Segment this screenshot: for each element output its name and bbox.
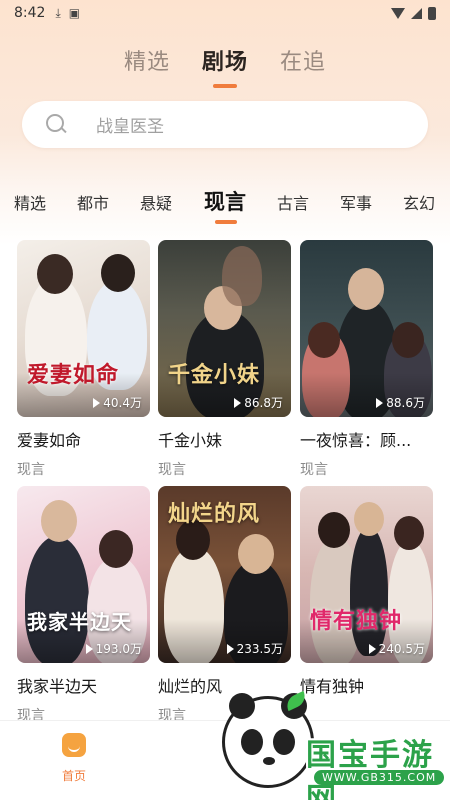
category-tab-modern-romance[interactable]: 现言	[204, 186, 246, 224]
category-tab-urban[interactable]: 都市	[77, 190, 109, 214]
view-count: 86.8万	[234, 394, 283, 411]
poster-title-art: 情有独钟	[310, 608, 403, 634]
view-count: 233.5万	[226, 640, 283, 657]
top-tabs: 精选 剧场 在追	[0, 44, 450, 88]
view-count: 40.4万	[93, 394, 142, 411]
nav-home[interactable]: 首页	[56, 733, 92, 784]
view-count: 88.6万	[376, 394, 425, 411]
drama-card[interactable]: 情有独钟 240.5万 情有独钟	[300, 486, 433, 697]
drama-card[interactable]: 千金小妹 86.8万 千金小妹 现言	[158, 240, 291, 479]
poster-title-art: 灿烂的风	[168, 501, 261, 527]
signal-icon	[411, 7, 422, 19]
drama-poster[interactable]: 千金小妹 86.8万	[158, 240, 291, 417]
watermark-text: 国宝手游网	[306, 738, 434, 800]
watermark-url: WWW.GB315.COM	[314, 770, 445, 785]
view-count: 193.0万	[85, 640, 142, 657]
nav-home-label: 首页	[61, 769, 86, 783]
play-icon	[376, 397, 384, 408]
category-tab-fantasy[interactable]: 玄幻	[403, 190, 435, 214]
search-placeholder: 战皇医圣	[96, 117, 164, 137]
search-icon	[46, 113, 68, 136]
drama-title[interactable]: 爱妻如命	[17, 427, 150, 451]
tab-following[interactable]: 在追	[279, 44, 327, 76]
play-icon	[85, 643, 93, 654]
drama-poster[interactable]: 我家半边天 193.0万	[17, 486, 150, 663]
drama-poster[interactable]: 灿烂的风 233.5万	[158, 486, 291, 663]
view-count: 240.5万	[368, 640, 425, 657]
drama-poster[interactable]: 爱妻如命 40.4万	[17, 240, 150, 417]
tab-theater[interactable]: 剧场	[201, 44, 249, 88]
play-icon	[368, 643, 376, 654]
drama-title[interactable]: 千金小妹	[158, 427, 291, 451]
tab-featured[interactable]: 精选	[123, 44, 171, 76]
play-icon	[93, 397, 101, 408]
category-tab-suspense[interactable]: 悬疑	[140, 190, 172, 214]
category-tab-military[interactable]: 军事	[340, 190, 372, 214]
panda-logo-icon	[222, 690, 314, 788]
category-tab-ancient-romance[interactable]: 古言	[277, 190, 309, 214]
home-icon	[62, 733, 86, 757]
drama-card[interactable]: 我家半边天 193.0万 我家半边天 现言	[17, 486, 150, 725]
status-bar: 8:42 ⤓ ▣	[0, 0, 450, 26]
search-bar[interactable]: 战皇医圣	[22, 101, 428, 148]
poster-title-art: 爱妻如命	[27, 362, 120, 388]
category-tab-featured[interactable]: 精选	[14, 190, 46, 214]
drama-poster[interactable]: 情有独钟 240.5万	[300, 486, 433, 663]
drama-genre-tag: 现言	[17, 462, 45, 478]
drama-title[interactable]: 一夜惊喜：顾...	[300, 427, 433, 451]
drama-poster[interactable]: 88.6万	[300, 240, 433, 417]
drama-genre-tag: 现言	[300, 462, 328, 478]
drama-genre-tag: 现言	[158, 462, 186, 478]
wifi-icon	[391, 7, 405, 19]
watermark: 国宝手游网 WWW.GB315.COM	[222, 690, 450, 800]
drama-title[interactable]: 我家半边天	[17, 673, 150, 697]
poster-title-art: 我家半边天	[27, 610, 132, 634]
category-tabs: 精选 都市 悬疑 现言 古言 军事 玄幻	[0, 184, 450, 224]
drama-card[interactable]: 88.6万 一夜惊喜：顾... 现言	[300, 240, 433, 479]
play-icon	[226, 643, 234, 654]
drama-card[interactable]: 爱妻如命 40.4万 爱妻如命 现言	[17, 240, 150, 479]
poster-title-art: 千金小妹	[168, 362, 261, 388]
play-icon	[234, 397, 242, 408]
status-time: 8:42	[14, 5, 46, 21]
download-icon: ⤓	[55, 5, 61, 20]
notification-a-icon: ▣	[68, 6, 81, 20]
battery-icon	[428, 6, 436, 20]
